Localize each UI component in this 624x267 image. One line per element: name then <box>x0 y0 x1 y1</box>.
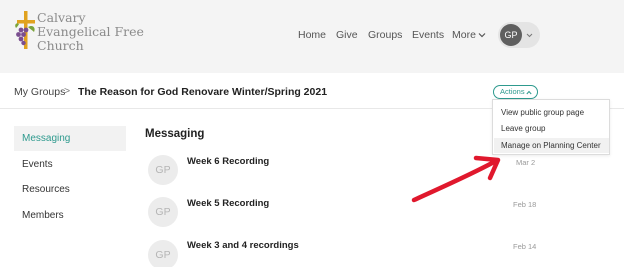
message-date: Feb 18 <box>513 200 537 209</box>
page-title: The Reason for God Renovare Winter/Sprin… <box>78 86 328 98</box>
message-date: Mar 2 <box>516 158 536 167</box>
chevron-up-icon[interactable] <box>526 90 532 95</box>
sidebar-item-resources[interactable]: Resources <box>14 177 126 202</box>
menu-item-view-public-group-page[interactable]: View public group page <box>501 108 584 117</box>
section-title: Messaging <box>145 128 205 140</box>
message-title[interactable]: Week 6 Recording <box>187 156 269 167</box>
logo-line-1: Calvary <box>37 10 86 25</box>
message-avatar: GP <box>148 240 178 267</box>
nav-more[interactable]: More <box>452 29 476 41</box>
nav-groups[interactable]: Groups <box>368 29 402 41</box>
menu-item-manage-on-planning-center[interactable]: Manage on Planning Center <box>501 141 601 150</box>
actions-dropdown: View public group page Leave group Manag… <box>492 99 610 155</box>
nav-home[interactable]: Home <box>298 29 326 41</box>
church-logo[interactable]: Calvary Evangelical Free Church <box>14 11 144 59</box>
message-title[interactable]: Week 3 and 4 recordings <box>187 240 299 251</box>
chevron-down-icon[interactable] <box>478 31 486 39</box>
nav-events[interactable]: Events <box>412 29 444 41</box>
message-date: Feb 14 <box>513 242 537 251</box>
sidebar-item-messaging[interactable]: Messaging <box>14 126 126 151</box>
message-avatar: GP <box>148 155 178 185</box>
avatar[interactable]: GP <box>500 24 522 46</box>
message-avatar: GP <box>148 197 178 227</box>
breadcrumb-my-groups[interactable]: My Groups <box>14 86 65 98</box>
breadcrumb-separator: > <box>64 85 71 97</box>
logo-wordmark: Calvary Evangelical Free Church <box>37 11 144 53</box>
menu-item-leave-group[interactable]: Leave group <box>501 124 545 133</box>
grape-cross-icon <box>15 11 35 49</box>
message-title[interactable]: Week 5 Recording <box>187 198 269 209</box>
chevron-down-icon[interactable] <box>526 32 533 39</box>
sidebar-item-events[interactable]: Events <box>14 152 126 177</box>
logo-line-2: Evangelical Free <box>37 24 144 39</box>
actions-label: Actions <box>500 87 525 96</box>
annotation-arrow-icon <box>411 155 501 203</box>
nav-give[interactable]: Give <box>336 29 358 41</box>
sidebar-item-members[interactable]: Members <box>14 203 126 228</box>
logo-line-3: Church <box>37 38 84 53</box>
